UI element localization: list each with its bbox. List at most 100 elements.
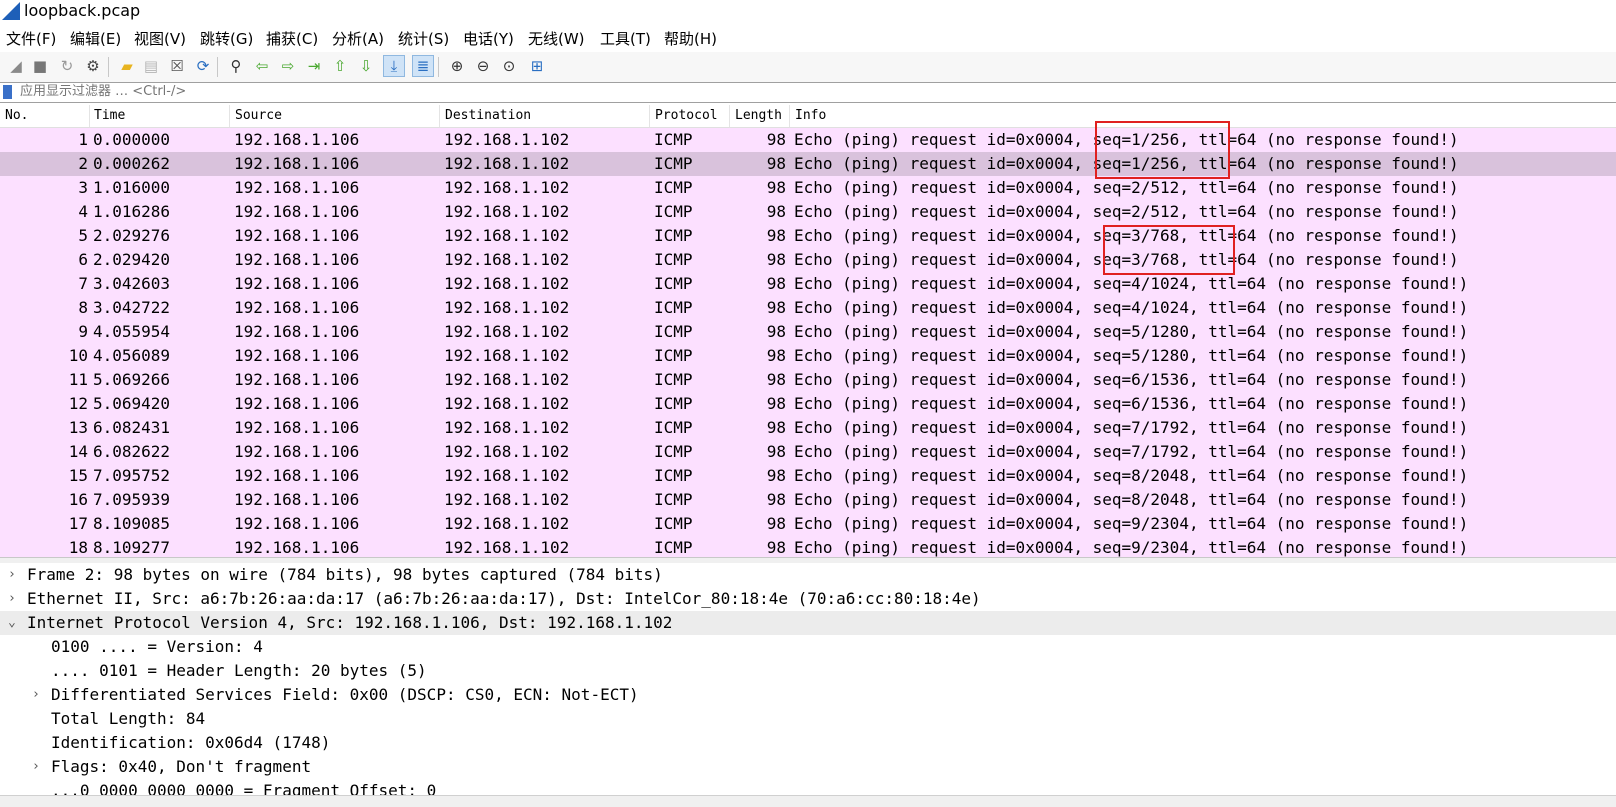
packet-time: 1.016286 <box>93 202 171 221</box>
packet-row[interactable]: 11 5.069266 192.168.1.106 192.168.1.102 ICMP… <box>0 368 1616 392</box>
packet-row[interactable]: 13 6.082431 192.168.1.106 192.168.1.102 ICMP… <box>0 416 1616 440</box>
packet-info: Echo (ping) request id=0x0004, seq=6/153… <box>794 394 1469 413</box>
column-header-length[interactable]: Length <box>735 108 782 124</box>
column-header-time[interactable]: Time <box>94 108 125 124</box>
go-back-icon[interactable]: ⇦ <box>251 55 273 77</box>
packet-info: Echo (ping) request id=0x0004, seq=5/128… <box>794 346 1469 365</box>
menu-item-3[interactable]: 跳转(G) <box>200 28 253 49</box>
packet-length: 98 <box>766 370 786 389</box>
packet-protocol: ICMP <box>654 298 693 317</box>
packet-row[interactable]: 18 8.109277 192.168.1.106 192.168.1.102 ICMP… <box>0 536 1616 557</box>
packet-row[interactable]: 3 1.016000 192.168.1.106 192.168.1.102 ICMP 9… <box>0 176 1616 200</box>
packet-row[interactable]: 2 0.000262 192.168.1.106 192.168.1.102 ICMP 9… <box>0 152 1616 176</box>
packet-no: 15 <box>68 466 88 485</box>
packet-row[interactable]: 8 3.042722 192.168.1.106 192.168.1.102 ICMP 9… <box>0 296 1616 320</box>
close-file-icon[interactable]: ☒ <box>166 55 188 77</box>
packet-destination: 192.168.1.102 <box>444 538 570 557</box>
zoom-normal-icon[interactable]: ⊙ <box>498 55 520 77</box>
zoom-out-icon[interactable]: ⊖ <box>472 55 494 77</box>
detail-row[interactable]: › Flags: 0x40, Don't fragment <box>0 755 1616 779</box>
detail-row[interactable]: Identification: 0x06d4 (1748) <box>0 731 1616 755</box>
packet-row[interactable]: 16 7.095939 192.168.1.106 192.168.1.102 ICMP… <box>0 488 1616 512</box>
detail-row[interactable]: .... 0101 = Header Length: 20 bytes (5) <box>0 659 1616 683</box>
menu-item-0[interactable]: 文件(F) <box>6 28 56 49</box>
column-header-no[interactable]: No. <box>5 108 28 124</box>
packet-time: 7.095752 <box>93 466 171 485</box>
go-to-packet-icon[interactable]: ⇥ <box>303 55 325 77</box>
expand-chevron-icon[interactable]: › <box>32 755 40 779</box>
resize-columns-icon[interactable]: ⊞ <box>526 55 548 77</box>
packet-row[interactable]: 4 1.016286 192.168.1.106 192.168.1.102 ICMP 9… <box>0 200 1616 224</box>
detail-row[interactable]: › Differentiated Services Field: 0x00 (DS… <box>0 683 1616 707</box>
expand-chevron-icon[interactable]: › <box>8 563 16 587</box>
menu-item-7[interactable]: 电话(Y) <box>463 28 514 49</box>
menu-item-1[interactable]: 编辑(E) <box>70 28 121 49</box>
packet-protocol: ICMP <box>654 490 693 509</box>
detail-row[interactable]: › Frame 2: 98 bytes on wire (784 bits), 9… <box>0 563 1616 587</box>
packet-no: 1 <box>78 130 88 149</box>
detail-row[interactable]: Total Length: 84 <box>0 707 1616 731</box>
packet-list: No. Time Source Destination Protocol Len… <box>0 105 1616 557</box>
packet-row[interactable]: 5 2.029276 192.168.1.106 192.168.1.102 ICMP 9… <box>0 224 1616 248</box>
packet-source: 192.168.1.106 <box>234 442 360 461</box>
go-last-icon[interactable]: ⇩ <box>355 55 377 77</box>
packet-row[interactable]: 10 4.056089 192.168.1.106 192.168.1.102 ICMP… <box>0 344 1616 368</box>
menu-item-4[interactable]: 捕获(C) <box>266 28 318 49</box>
column-header-source[interactable]: Source <box>235 108 282 124</box>
colorize-icon[interactable]: ≣ <box>412 55 434 77</box>
start-capture-icon[interactable]: ◢ <box>5 55 27 77</box>
packet-info: Echo (ping) request id=0x0004, seq=2/512… <box>794 202 1459 221</box>
packet-time: 7.095939 <box>93 490 171 509</box>
open-file-icon[interactable]: ▰ <box>116 55 138 77</box>
expand-chevron-icon[interactable]: › <box>32 683 40 707</box>
collapse-chevron-icon[interactable]: ⌄ <box>8 611 16 635</box>
detail-text: Identification: 0x06d4 (1748) <box>51 733 331 752</box>
packet-no: 9 <box>78 322 88 341</box>
packet-row[interactable]: 9 4.055954 192.168.1.106 192.168.1.102 ICMP 9… <box>0 320 1616 344</box>
packet-protocol: ICMP <box>654 202 693 221</box>
menu-item-9[interactable]: 工具(T) <box>600 28 651 49</box>
menu-item-10[interactable]: 帮助(H) <box>664 28 717 49</box>
packet-row[interactable]: 1 0.000000 192.168.1.106 192.168.1.102 ICMP 9… <box>0 128 1616 152</box>
column-header-protocol[interactable]: Protocol <box>655 108 718 124</box>
packet-info: Echo (ping) request id=0x0004, seq=4/102… <box>794 298 1469 317</box>
zoom-in-icon[interactable]: ⊕ <box>446 55 468 77</box>
menu-item-2[interactable]: 视图(V) <box>134 28 186 49</box>
detail-row[interactable]: › Ethernet II, Src: a6:7b:26:aa:da:17 (a6… <box>0 587 1616 611</box>
packet-length: 98 <box>766 130 786 149</box>
save-file-icon[interactable]: ▤ <box>140 55 162 77</box>
menu-item-5[interactable]: 分析(A) <box>332 28 384 49</box>
menu-item-6[interactable]: 统计(S) <box>398 28 449 49</box>
packet-protocol: ICMP <box>654 346 693 365</box>
packet-row[interactable]: 15 7.095752 192.168.1.106 192.168.1.102 ICMP… <box>0 464 1616 488</box>
packet-row[interactable]: 6 2.029420 192.168.1.106 192.168.1.102 ICMP 9… <box>0 248 1616 272</box>
packet-time: 3.042603 <box>93 274 171 293</box>
packet-row[interactable]: 14 6.082622 192.168.1.106 192.168.1.102 ICMP… <box>0 440 1616 464</box>
packet-row[interactable]: 7 3.042603 192.168.1.106 192.168.1.102 ICMP 9… <box>0 272 1616 296</box>
column-header-info[interactable]: Info <box>795 108 826 124</box>
capture-options-icon[interactable]: ⚙ <box>82 55 104 77</box>
packet-row[interactable]: 12 5.069420 192.168.1.106 192.168.1.102 ICMP… <box>0 392 1616 416</box>
go-forward-icon[interactable]: ⇨ <box>277 55 299 77</box>
detail-row[interactable]: 0100 .... = Version: 4 <box>0 635 1616 659</box>
stop-capture-icon[interactable]: ■ <box>29 55 51 77</box>
menu-item-8[interactable]: 无线(W) <box>528 28 585 49</box>
find-packet-icon[interactable]: ⚲ <box>225 55 247 77</box>
detail-row[interactable]: ⌄ Internet Protocol Version 4, Src: 192.1… <box>0 611 1616 635</box>
display-filter-input[interactable] <box>16 83 1614 100</box>
packet-list-header: No. Time Source Destination Protocol Len… <box>0 105 1616 128</box>
packet-no: 18 <box>68 538 88 557</box>
packet-length: 98 <box>766 346 786 365</box>
packet-row[interactable]: 17 8.109085 192.168.1.106 192.168.1.102 ICMP… <box>0 512 1616 536</box>
expand-chevron-icon[interactable]: › <box>8 587 16 611</box>
column-header-destination[interactable]: Destination <box>445 108 531 124</box>
packet-source: 192.168.1.106 <box>234 202 360 221</box>
reload-file-icon[interactable]: ⟳ <box>192 55 214 77</box>
restart-capture-icon[interactable]: ↻ <box>56 55 78 77</box>
go-first-icon[interactable]: ⇧ <box>329 55 351 77</box>
packet-no: 7 <box>78 274 88 293</box>
packet-time: 0.000262 <box>93 154 171 173</box>
autoscroll-icon[interactable]: ⤓ <box>383 55 405 77</box>
detail-row[interactable]: ...0 0000 0000 0000 = Fragment Offset: 0 <box>0 779 1616 795</box>
bookmark-icon[interactable] <box>3 85 12 99</box>
